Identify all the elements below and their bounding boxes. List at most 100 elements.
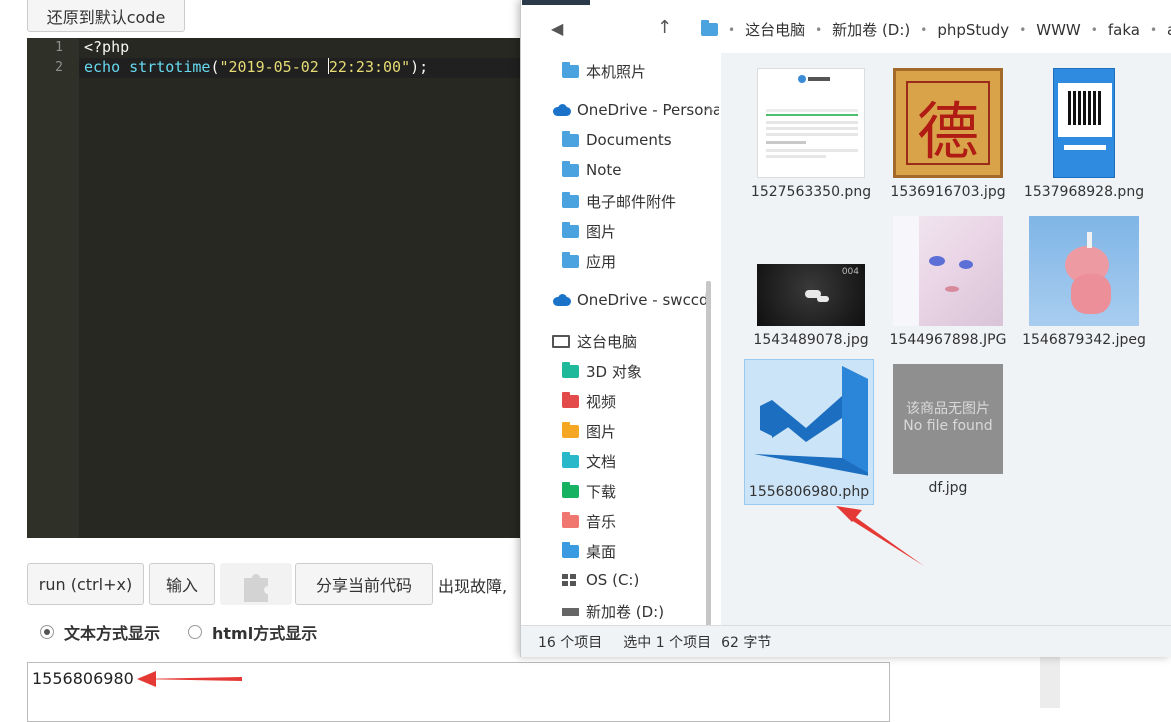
folder-icon — [562, 130, 579, 147]
address-bar[interactable]: ◀ ↑ • 这台电脑 • 新加卷 (D:) • phpStudy • WWW •… — [521, 5, 1171, 53]
breadcrumb[interactable]: • 这台电脑 • 新加卷 (D:) • phpStudy • WWW • fak… — [701, 19, 1171, 40]
nav-item-documents[interactable]: Documents — [562, 130, 672, 149]
output-value: 1556806980 — [32, 669, 134, 688]
breadcrumb-item[interactable]: 这台电脑 — [745, 19, 805, 40]
nav-item-local-photos[interactable]: 本机照片 — [562, 61, 646, 82]
file-item[interactable]: 德 1536916703.jpg — [883, 68, 1013, 200]
selection-size: 62 字节 — [721, 634, 772, 651]
vscode-icon — [750, 362, 868, 480]
selection-count: 选中 1 个项目 — [623, 634, 712, 651]
music-folder-icon — [562, 512, 579, 528]
file-name: 1527563350.png — [750, 184, 872, 200]
breadcrumb-item[interactable]: WWW — [1036, 21, 1081, 39]
code-line-1: <?php — [84, 38, 130, 56]
radio-text-mode[interactable] — [40, 625, 54, 639]
no-image-thumbnail: 该商品无图片 No file found — [893, 364, 1003, 474]
file-name: 1546879342.jpeg — [1022, 332, 1146, 348]
dark-cloud-thumbnail: 004 — [757, 216, 865, 326]
up-arrow-icon[interactable]: ↑ — [657, 17, 672, 38]
item-count: 16 个项目 — [538, 634, 603, 651]
code-editor[interactable]: 1 2 <?php echo strtotime("2019-05-02 22:… — [27, 38, 521, 538]
anime-thumbnail — [893, 216, 1003, 326]
breadcrumb-item[interactable]: 新加卷 (D:) — [832, 19, 910, 40]
file-item[interactable]: 该商品无图片 No file found df.jpg — [883, 364, 1013, 496]
page-scrollbar-fragment — [1040, 655, 1060, 708]
pc-icon — [552, 335, 570, 348]
reset-default-code-button[interactable]: 还原到默认code — [27, 0, 185, 32]
pictures-folder-icon — [562, 422, 579, 438]
display-mode-html[interactable]: html方式显示 — [188, 620, 317, 644]
de-character-thumbnail: 德 — [893, 68, 1003, 178]
nav-item-pictures-onedrive[interactable]: 图片 — [562, 221, 616, 242]
back-arrow-icon[interactable]: ◀ — [551, 19, 563, 38]
desktop-folder-icon — [562, 542, 579, 558]
file-name: 1537968928.png — [1023, 184, 1145, 200]
folder-icon — [562, 192, 579, 208]
file-name: 1543489078.jpg — [753, 332, 869, 348]
breadcrumb-item[interactable]: phpStudy — [937, 21, 1009, 39]
nav-item-os-c[interactable]: OS (C:) — [562, 571, 639, 589]
folder-icon — [562, 160, 579, 177]
navigation-pane[interactable]: 本机照片 OneDrive - Persona Documents Note 电… — [521, 53, 719, 625]
nav-item-drive-d[interactable]: 新加卷 (D:) — [562, 601, 664, 622]
nav-item-documents-pc[interactable]: 文档 — [562, 451, 616, 472]
folder-icon — [562, 62, 579, 78]
breadcrumb-item[interactable]: faka — [1108, 21, 1140, 39]
folder-icon — [562, 252, 579, 268]
input-button[interactable]: 输入 — [149, 563, 215, 605]
file-name: 1556806980.php — [748, 484, 870, 500]
radio-text-label: 文本方式显示 — [64, 624, 161, 643]
status-bar: 16 个项目 选中 1 个项目 62 字节 — [521, 625, 1171, 657]
fault-report-text: 出现故障, — [438, 577, 508, 596]
nav-scrollbar[interactable] — [706, 281, 711, 625]
documents-folder-icon — [562, 452, 579, 468]
folder-icon — [562, 362, 579, 378]
file-item[interactable]: 1537968928.png — [1019, 68, 1149, 200]
file-item-selected[interactable]: 1556806980.php — [744, 359, 874, 505]
windows-drive-icon — [562, 574, 576, 586]
file-name: 1544967898.JPG — [889, 332, 1007, 348]
file-item[interactable]: 1544967898.JPG — [883, 216, 1013, 348]
onedrive-icon — [551, 294, 571, 306]
nav-item-note[interactable]: Note — [562, 160, 622, 179]
nav-item-desktop[interactable]: 桌面 — [562, 541, 616, 562]
file-explorer-window: ◀ ↑ • 这台电脑 • 新加卷 (D:) • phpStudy • WWW •… — [520, 0, 1171, 657]
file-name: df.jpg — [928, 480, 968, 496]
nav-item-onedrive-swccd[interactable]: OneDrive - swccd — [551, 291, 709, 309]
nav-item-videos[interactable]: 视频 — [562, 391, 616, 412]
file-item[interactable]: 1527563350.png — [746, 68, 876, 200]
nav-item-this-pc[interactable]: 这台电脑 — [552, 331, 637, 352]
radio-html-mode[interactable] — [188, 625, 202, 639]
video-folder-icon — [562, 392, 579, 408]
file-item[interactable]: 1546879342.jpeg — [1019, 216, 1149, 348]
display-mode-text[interactable]: 文本方式显示 — [40, 620, 160, 644]
nav-item-email-attachments[interactable]: 电子邮件附件 — [562, 191, 676, 212]
folder-icon — [701, 20, 718, 36]
qrcode-app-thumbnail — [1053, 68, 1115, 178]
radio-html-label: html方式显示 — [212, 624, 318, 643]
file-item[interactable]: 004 1543489078.jpg — [746, 216, 876, 348]
downloads-folder-icon — [562, 482, 579, 498]
file-list-pane[interactable]: 1527563350.png 德 1536916703.jpg 15379689… — [721, 53, 1171, 625]
breadcrumb-item[interactable]: ass — [1167, 21, 1171, 39]
folder-icon — [562, 222, 579, 238]
output-box: 1556806980 — [27, 662, 890, 722]
nav-item-pictures[interactable]: 图片 — [562, 421, 616, 442]
nav-item-music[interactable]: 音乐 — [562, 511, 616, 532]
nav-item-onedrive-personal[interactable]: OneDrive - Persona — [551, 101, 719, 119]
run-button[interactable]: run (ctrl+x) — [27, 563, 144, 605]
line-number: 1 — [55, 40, 63, 55]
nav-item-apps[interactable]: 应用 — [562, 251, 616, 272]
puzzle-icon — [244, 574, 268, 602]
editor-gutter: 1 2 — [27, 38, 79, 538]
code-line-2: echo strtotime("2019-05-02 22:23:00"); — [84, 58, 429, 76]
onedrive-icon — [551, 104, 571, 116]
drive-icon — [562, 607, 579, 616]
file-name: 1536916703.jpg — [890, 184, 1006, 200]
unicorn-toy-thumbnail — [1029, 216, 1139, 326]
share-code-button[interactable]: 分享当前代码 — [295, 563, 433, 605]
plugin-button[interactable] — [220, 563, 292, 605]
screenshot-thumbnail — [757, 68, 865, 178]
nav-item-downloads[interactable]: 下载 — [562, 481, 616, 502]
nav-item-3d-objects[interactable]: 3D 对象 — [562, 361, 642, 382]
